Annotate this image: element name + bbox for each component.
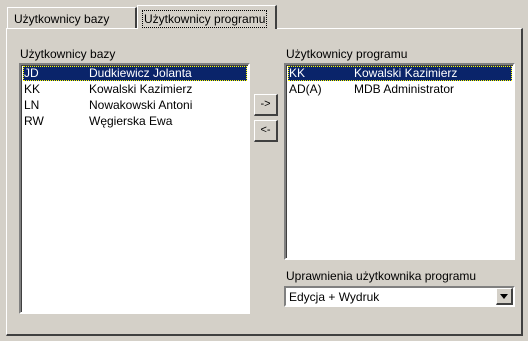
user-code: AD(A) (289, 82, 322, 96)
tab-program-users[interactable]: Użytkownicy programu (137, 5, 277, 29)
user-name: Węgierska Ewa (89, 114, 173, 128)
user-name: Dudkiewicz Jolanta (89, 66, 192, 80)
user-code: RW (24, 114, 44, 128)
db-users-listbox[interactable]: JD Dudkiewicz Jolanta KK Kowalski Kazimi… (19, 63, 250, 314)
program-users-label: Użytkownicy programu (286, 47, 408, 61)
dropdown-button[interactable] (496, 288, 513, 305)
user-name: Kowalski Kazimierz (354, 66, 458, 80)
user-code: KK (289, 66, 306, 80)
db-users-label: Użytkownicy bazy (20, 47, 116, 61)
program-users-listbox[interactable]: KK Kowalski Kazimierz AD(A) MDB Administ… (284, 63, 515, 260)
list-item[interactable]: LN Nowakowski Antoni (23, 98, 247, 113)
list-item[interactable]: KK Kowalski Kazimierz (23, 82, 247, 97)
list-item[interactable]: RW Węgierska Ewa (23, 114, 247, 129)
list-item[interactable]: AD(A) MDB Administrator (288, 82, 512, 97)
user-code: JD (24, 66, 39, 80)
user-name: Nowakowski Antoni (89, 98, 193, 112)
list-item[interactable]: KK Kowalski Kazimierz (288, 66, 512, 81)
tab-program-users-label: Użytkownicy programu (141, 10, 268, 28)
user-name: Kowalski Kazimierz (89, 82, 193, 96)
tab-db-users-label: Użytkownicy bazy (14, 12, 110, 26)
remove-user-button[interactable]: <- (254, 120, 278, 142)
list-item[interactable]: JD Dudkiewicz Jolanta (23, 66, 247, 81)
permissions-select[interactable]: Edycja + Wydruk (284, 286, 515, 307)
user-code: LN (24, 98, 40, 112)
user-name: MDB Administrator (354, 82, 455, 96)
add-user-button[interactable]: -> (254, 94, 278, 116)
chevron-down-icon (500, 294, 508, 299)
permissions-label: Uprawnienia użytkownika programu (286, 269, 477, 283)
tab-db-users[interactable]: Użytkownicy bazy (7, 7, 137, 28)
permissions-value: Edycja + Wydruk (289, 290, 380, 304)
user-code: KK (24, 82, 41, 96)
